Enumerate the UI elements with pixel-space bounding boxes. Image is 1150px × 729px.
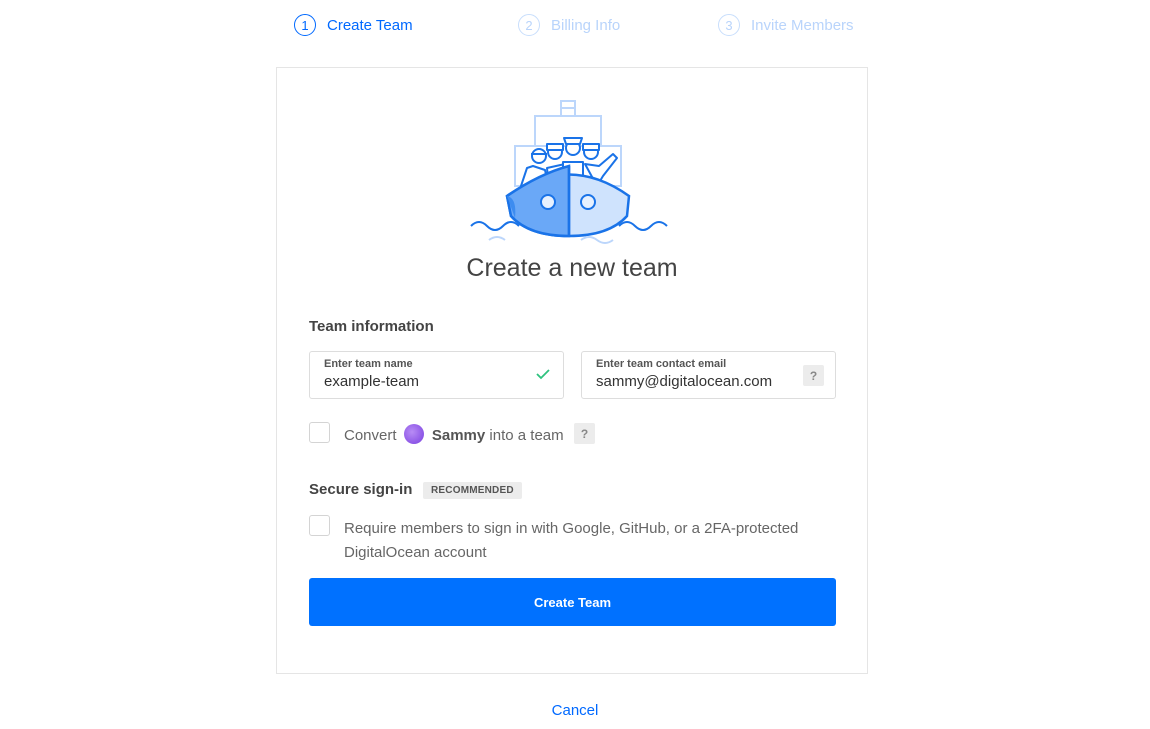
step-number: 2 xyxy=(518,14,540,36)
team-email-label: Enter team contact email xyxy=(596,358,727,370)
secure-signin-line-1: Require members to sign in with Google, … xyxy=(344,520,799,537)
secure-signin-label: Require members to sign in with Google, … xyxy=(344,517,798,565)
cancel-row: Cancel xyxy=(0,702,1150,719)
avatar xyxy=(403,424,424,444)
convert-prefix: Convert xyxy=(344,427,397,444)
team-information-heading: Team information xyxy=(309,318,434,335)
secure-signin-line-2: DigitalOcean account xyxy=(344,544,487,561)
team-name-label: Enter team name xyxy=(324,358,413,370)
step-label: Invite Members xyxy=(751,16,854,34)
step-label: Create Team xyxy=(327,16,413,34)
help-icon[interactable]: ? xyxy=(574,423,595,444)
convert-user-label: Convert Sammy into a team xyxy=(344,424,564,444)
step-number: 1 xyxy=(294,14,316,36)
step-label: Billing Info xyxy=(551,16,621,34)
secure-signin-heading: Secure sign-in xyxy=(309,481,413,498)
team-name-field[interactable]: Enter team name xyxy=(309,351,564,399)
team-email-field[interactable]: Enter team contact email ? xyxy=(581,351,836,399)
step-billing-info: 2 Billing Info xyxy=(518,14,620,36)
help-icon[interactable]: ? xyxy=(803,365,824,386)
create-team-button[interactable]: Create Team xyxy=(309,578,836,626)
step-number: 3 xyxy=(718,14,740,36)
convert-suffix: into a team xyxy=(489,427,564,444)
recommended-badge: RECOMMENDED xyxy=(423,482,522,499)
step-invite-members: 3 Invite Members xyxy=(718,14,854,36)
convert-user-name: Sammy xyxy=(431,427,486,444)
secure-signin-checkbox[interactable] xyxy=(309,515,330,536)
team-name-input[interactable] xyxy=(324,373,524,390)
convert-user-checkbox[interactable] xyxy=(309,422,330,443)
progress-steps: 1 Create Team 2 Billing Info 3 Invite Me… xyxy=(0,14,1150,44)
step-create-team: 1 Create Team xyxy=(294,14,413,36)
checkmark-icon xyxy=(536,369,550,380)
team-email-input[interactable] xyxy=(596,373,796,390)
cancel-link[interactable]: Cancel xyxy=(552,702,599,719)
ship-illustration xyxy=(470,100,668,244)
page-title: Create a new team xyxy=(466,254,678,282)
create-team-card: Create a new team Team information Enter… xyxy=(276,67,868,674)
